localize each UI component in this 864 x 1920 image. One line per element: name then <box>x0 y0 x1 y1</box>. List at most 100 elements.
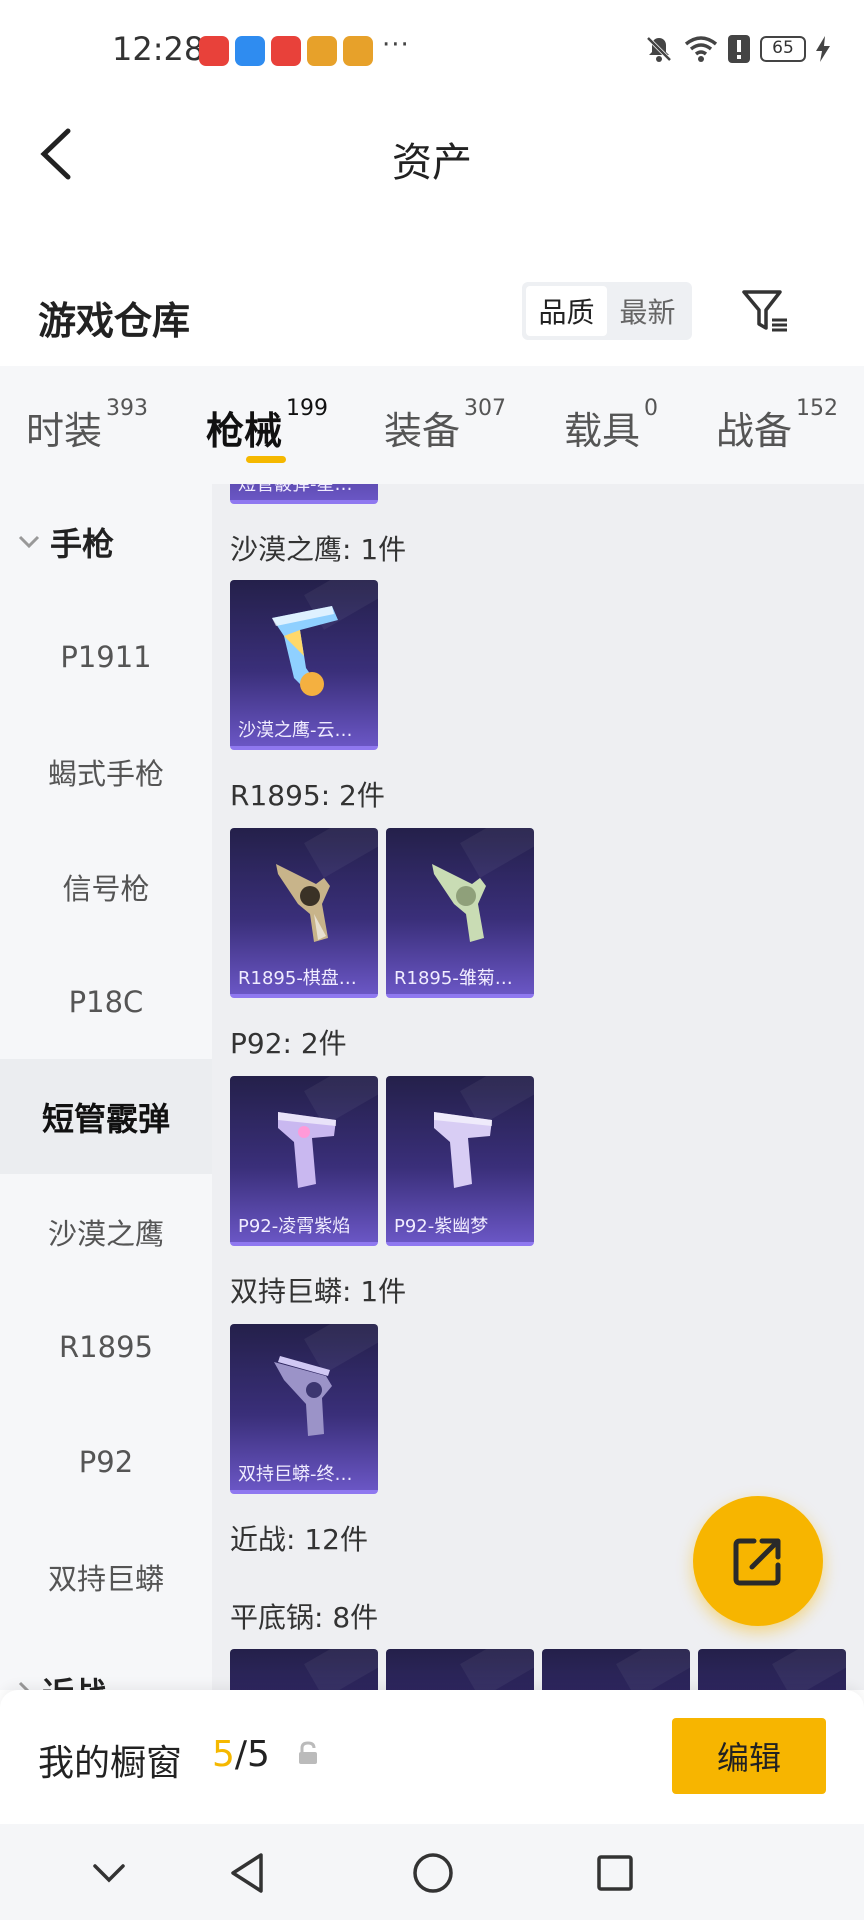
sidebar-item-flare-gun[interactable]: 信号枪 <box>0 829 212 944</box>
more-notifications-icon: ··· <box>382 30 410 60</box>
lock-icon <box>299 1741 317 1764</box>
bag-app-icon <box>235 36 265 66</box>
game-app-icon <box>307 36 337 66</box>
skin-card[interactable] <box>542 1649 690 1690</box>
skin-card[interactable]: 短管霰弹-星… <box>230 484 378 504</box>
sidebar-group-label: 手枪 <box>50 524 115 563</box>
nav-home-button[interactable] <box>408 1848 458 1898</box>
skin-name: R1895-雏菊… <box>394 968 513 989</box>
charging-icon <box>816 36 830 62</box>
category-tabs: 时装393 枪械199 装备307 载具0 战备152 <box>0 366 864 484</box>
group-label: R1895: 2件 <box>230 779 385 812</box>
skin-name: 短管霰弹-星… <box>238 484 353 495</box>
tab-label: 枪械 <box>206 409 283 453</box>
chevron-down-icon <box>93 1864 125 1883</box>
skin-name: P92-凌霄紫焰 <box>238 1216 351 1237</box>
page-title: 资产 <box>392 140 472 186</box>
sidebar-group-pistol[interactable]: 手枪 <box>0 484 212 599</box>
skin-card[interactable]: R1895-棋盘… <box>230 828 378 998</box>
circle-home-icon <box>413 1853 453 1893</box>
status-bar: 12:28 ··· 65 <box>0 0 864 100</box>
active-tab-indicator <box>246 456 286 463</box>
sidebar-item-r1895[interactable]: R1895 <box>0 1289 212 1404</box>
group-label: 沙漠之鹰: 1件 <box>230 533 407 566</box>
sort-toggle: 品质 最新 <box>522 282 692 340</box>
square-recents-icon <box>597 1855 633 1891</box>
group-label: P92: 2件 <box>230 1027 347 1060</box>
triangle-back-icon <box>231 1853 263 1893</box>
group-label: 近战: 12件 <box>230 1523 368 1556</box>
revolver-skin-image <box>274 1356 332 1436</box>
skin-card[interactable]: R1895-雏菊… <box>386 828 534 998</box>
filter-button[interactable] <box>738 282 792 340</box>
system-nav-bar <box>0 1824 864 1920</box>
share-fab-button[interactable] <box>693 1496 823 1626</box>
tab-equipment[interactable]: 装备307 <box>384 396 506 455</box>
skin-name: R1895-棋盘… <box>238 968 357 989</box>
tab-label: 战备 <box>716 409 793 453</box>
showcase-bar: 我的橱窗 5/5 编辑 <box>0 1690 864 1824</box>
tab-label: 载具 <box>564 409 641 453</box>
skin-card[interactable]: 双持巨蟒-终… <box>230 1324 378 1494</box>
skin-card[interactable]: P92-紫幽梦 <box>386 1076 534 1246</box>
notification-icons <box>199 36 373 66</box>
skin-name: P92-紫幽梦 <box>394 1216 489 1237</box>
nav-collapse-button[interactable] <box>84 1848 134 1898</box>
game-app-icon <box>343 36 373 66</box>
showcase-count: 5/5 <box>212 1734 270 1775</box>
sidebar-item-p92[interactable]: P92 <box>0 1404 212 1519</box>
skin-name: 双持巨蟒-终… <box>238 1464 353 1485</box>
pistol-skin-image <box>278 1112 336 1188</box>
showcase-label: 我的橱窗 <box>38 1743 183 1784</box>
sidebar-item-p1911[interactable]: P1911 <box>0 599 212 714</box>
group-label: 平底锅: 8件 <box>230 1601 379 1634</box>
edit-showcase-button[interactable]: 编辑 <box>672 1718 826 1794</box>
sort-quality-button[interactable]: 品质 <box>526 286 607 336</box>
app-store-icon <box>199 36 229 66</box>
showcase-count-total: /5 <box>234 1734 270 1775</box>
tab-count: 199 <box>286 396 329 421</box>
section-title: 游戏仓库 <box>38 299 191 343</box>
nav-recents-button[interactable] <box>590 1848 640 1898</box>
pistol-skin-image <box>434 1112 492 1188</box>
tab-count: 307 <box>464 396 507 421</box>
showcase-count-used: 5 <box>212 1734 235 1775</box>
wifi-icon <box>684 36 718 62</box>
skin-card[interactable]: 沙漠之鹰-云… <box>230 580 378 750</box>
tab-count: 0 <box>644 396 659 421</box>
tab-firearms[interactable]: 枪械199 <box>206 396 328 455</box>
tab-count: 152 <box>796 396 839 421</box>
sidebar-item-dual-python[interactable]: 双持巨蟒 <box>0 1519 212 1634</box>
revolver-skin-image <box>432 864 486 942</box>
weapon-sidebar: 手枪 P1911 蝎式手枪 信号枪 P18C 短管霰弹 沙漠之鹰 R1895 P… <box>0 484 212 1690</box>
pistol-skin-image <box>272 606 338 696</box>
tab-vehicles[interactable]: 载具0 <box>564 396 658 455</box>
skin-card[interactable] <box>386 1649 534 1690</box>
status-indicators: 65 <box>644 34 830 64</box>
tab-fashion[interactable]: 时装393 <box>26 396 148 455</box>
sidebar-item-desert-eagle[interactable]: 沙漠之鹰 <box>0 1174 212 1289</box>
mute-icon <box>646 36 672 62</box>
skin-card[interactable] <box>230 1649 378 1690</box>
chevron-right-icon <box>18 1681 30 1690</box>
chevron-down-icon <box>18 535 40 548</box>
battery-icon: 65 <box>760 36 806 62</box>
sidebar-group-melee[interactable]: 近战 <box>0 1634 212 1690</box>
sidebar-item-p18c[interactable]: P18C <box>0 944 212 1059</box>
sort-newest-button[interactable]: 最新 <box>607 286 688 336</box>
skin-card[interactable]: P92-凌霄紫焰 <box>230 1076 378 1246</box>
alert-icon <box>728 35 750 63</box>
skin-card[interactable] <box>698 1649 846 1690</box>
warehouse-header: 游戏仓库 品质 最新 <box>0 270 864 366</box>
sidebar-item-sawed-off[interactable]: 短管霰弹 <box>0 1059 212 1174</box>
filter-icon <box>742 290 787 332</box>
group-label: 双持巨蟒: 1件 <box>230 1275 407 1308</box>
sidebar-group-label: 近战 <box>42 1669 106 1691</box>
tab-combat-supplies[interactable]: 战备152 <box>716 396 838 455</box>
nav-back-button[interactable] <box>222 1848 272 1898</box>
tab-label: 装备 <box>384 409 461 453</box>
sidebar-item-scorpion[interactable]: 蝎式手枪 <box>0 714 212 829</box>
app-store-icon <box>271 36 301 66</box>
share-external-icon <box>733 1538 781 1586</box>
tab-count: 393 <box>106 396 149 421</box>
